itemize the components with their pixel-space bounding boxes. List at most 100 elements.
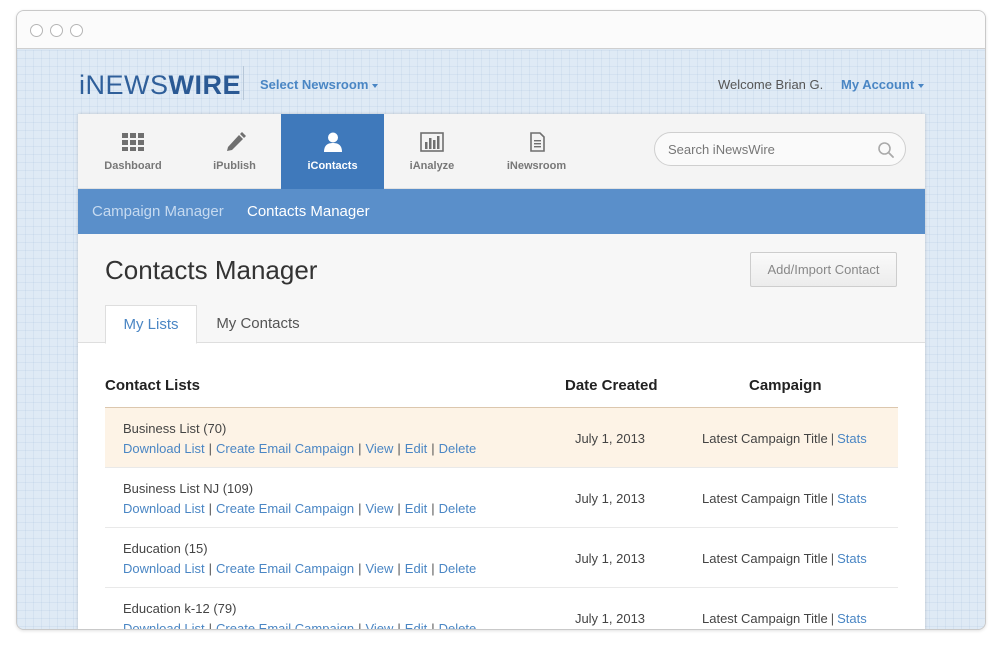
view-link[interactable]: View [365,441,393,456]
delete-link[interactable]: Delete [439,501,477,516]
download-list-link[interactable]: Download List [123,561,205,576]
list-name: Business List (70) [123,421,227,436]
subnav-contacts-manager[interactable]: Contacts Manager [247,203,370,220]
nav-item-inewsroom[interactable]: iNewsroom [480,114,593,189]
download-list-link[interactable]: Download List [123,501,205,516]
nav-label: Dashboard [104,160,162,172]
sub-nav: Campaign Manager Contacts Manager [78,189,925,234]
bar-chart-icon [420,132,444,152]
logo-text-bold: WIRE [168,70,241,100]
separator: | [830,431,835,446]
nav-label: iNewsroom [506,160,567,172]
edit-link[interactable]: Edit [405,441,427,456]
separator: | [358,441,362,456]
search-icon[interactable] [877,141,895,159]
column-header-contact-lists: Contact Lists [105,377,201,394]
document-icon [529,132,545,152]
my-account-dropdown[interactable]: My Account [841,77,925,92]
nav-item-ianalyze[interactable]: iAnalyze [384,114,480,189]
nav-label: iContacts [307,160,358,172]
list-name: Education k-12 (79) [123,601,237,616]
tab-my-lists[interactable]: My Lists [105,305,197,344]
date-created: July 1, 2013 [574,491,646,506]
main-panel: Dashboard iPublish iContacts iAnalyze iN… [78,114,925,630]
main-nav: Dashboard iPublish iContacts iAnalyze iN… [78,114,925,189]
view-link[interactable]: View [365,561,393,576]
table-row: Education (15) Download List | Create Emai… [105,528,898,588]
search-input[interactable]: Search iNewsWire [654,132,906,166]
campaign-cell: Latest Campaign Title | Stats [702,551,867,566]
separator: | [397,441,401,456]
grid-icon [122,133,144,151]
date-created: July 1, 2013 [574,551,646,566]
view-link[interactable]: View [365,621,393,629]
separator: | [358,501,362,516]
delete-link[interactable]: Delete [439,561,477,576]
close-window-icon[interactable] [30,24,43,37]
separator: | [208,441,213,456]
app-canvas: iNEWSWIRE Select Newsroom Welcome Brian … [17,50,985,629]
separator: | [397,561,401,576]
delete-link[interactable]: Delete [439,441,477,456]
page-title: Contacts Manager [105,255,318,285]
chevron-down-icon [372,83,379,88]
separator: | [208,561,213,576]
create-email-campaign-link[interactable]: Create Email Campaign [216,561,354,576]
row-actions: Download List | Create Email Campaign | View… [123,621,477,630]
row-actions: Download List | Create Email Campaign | View… [123,561,476,576]
stats-link[interactable]: Stats [837,611,867,626]
separator: | [431,441,435,456]
campaign-cell: Latest Campaign Title | Stats [702,491,867,506]
welcome-text: Welcome Brian G. [718,77,824,92]
person-icon [323,132,342,152]
create-email-campaign-link[interactable]: Create Email Campaign [216,501,354,516]
logo-divider [243,66,244,100]
table-header: Contact Lists Date Created Campaign [105,343,898,408]
edit-link[interactable]: Edit [405,561,427,576]
stats-link[interactable]: Stats [837,551,867,566]
campaign-title: Latest Campaign Title [702,431,828,446]
view-link[interactable]: View [365,501,393,516]
edit-link[interactable]: Edit [405,501,427,516]
stats-link[interactable]: Stats [837,431,867,446]
tab-my-contacts[interactable]: My Contacts [206,305,310,344]
add-import-contact-button[interactable]: Add/Import Contact [750,252,897,287]
logo-text-thin: iNEWS [79,70,169,100]
stats-link[interactable]: Stats [837,491,867,506]
download-list-link[interactable]: Download List [123,441,205,456]
row-actions: Download List | Create Email Campaign | View… [123,501,476,516]
subnav-campaign-manager[interactable]: Campaign Manager [92,203,224,220]
my-account-label: My Account [841,77,915,92]
nav-item-dashboard[interactable]: Dashboard [78,114,188,189]
separator: | [431,621,435,630]
select-newsroom-label: Select Newsroom [260,77,369,92]
chevron-down-icon [918,83,925,88]
minimize-window-icon[interactable] [50,24,63,37]
list-name: Business List NJ (109) [123,481,254,496]
delete-link[interactable]: Delete [439,621,477,629]
nav-label: iAnalyze [409,160,455,172]
separator: | [830,491,835,506]
table-row: Business List (70) Download List | Create … [105,408,898,468]
list-name: Education (15) [123,541,208,556]
separator: | [397,621,401,630]
window-titlebar [17,11,985,49]
top-bar: iNEWSWIRE Select Newsroom Welcome Brian … [17,50,985,114]
edit-link[interactable]: Edit [405,621,427,629]
download-list-link[interactable]: Download List [123,621,205,629]
create-email-campaign-link[interactable]: Create Email Campaign [216,621,354,629]
nav-item-icontacts[interactable]: iContacts [281,114,384,189]
maximize-window-icon[interactable] [70,24,83,37]
separator: | [208,621,213,630]
separator: | [358,621,362,630]
create-email-campaign-link[interactable]: Create Email Campaign [216,441,354,456]
separator: | [830,551,835,566]
column-header-date-created: Date Created [565,377,658,394]
separator: | [208,501,213,516]
select-newsroom-dropdown[interactable]: Select Newsroom [260,77,379,92]
nav-item-ipublish[interactable]: iPublish [188,114,281,189]
logo[interactable]: iNEWSWIRE [79,70,241,101]
page-header: Contacts Manager Add/Import Contact My L… [78,234,925,344]
campaign-title: Latest Campaign Title [702,491,828,506]
campaign-cell: Latest Campaign Title | Stats [702,431,867,446]
